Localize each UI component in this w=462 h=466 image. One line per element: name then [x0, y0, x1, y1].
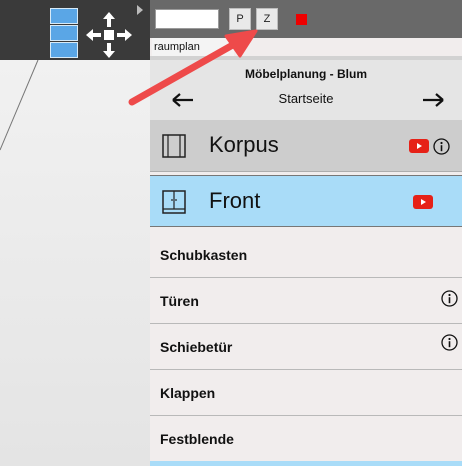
youtube-icon[interactable]: [409, 139, 429, 153]
page-title: Möbelplanung - Blum: [245, 67, 367, 81]
menu-item-front[interactable]: Front: [150, 175, 462, 227]
move-icon[interactable]: [84, 10, 134, 60]
forward-arrow-icon[interactable]: [422, 93, 444, 107]
breadcrumb: Startseite: [278, 91, 334, 106]
menu-item-schiebetuer[interactable]: Schiebetür: [150, 324, 462, 370]
panel-header: Möbelplanung - Blum Startseite: [150, 60, 462, 121]
cabinet-icon: [162, 134, 186, 158]
info-icon[interactable]: [441, 290, 458, 307]
p-button[interactable]: P: [229, 8, 251, 30]
menu-item-label: Schubkasten: [160, 247, 248, 263]
menu-item-klappen[interactable]: Klappen: [150, 370, 462, 416]
next-item-strip: [150, 461, 462, 466]
view-toolbar: [0, 0, 150, 60]
cube-view-icon[interactable]: [50, 8, 78, 58]
menu-item-label: Klappen: [160, 385, 216, 401]
youtube-icon[interactable]: [413, 195, 433, 209]
expand-arrow-icon[interactable]: [137, 5, 143, 15]
menu-item-festblende[interactable]: Festblende: [150, 416, 462, 462]
record-indicator-icon[interactable]: [296, 14, 307, 25]
menu-item-label: Festblende: [160, 431, 234, 447]
viewport-edge-line: [0, 59, 39, 151]
menu-item-label: Korpus: [209, 132, 279, 157]
menu-item-korpus[interactable]: Korpus: [150, 120, 462, 172]
info-icon[interactable]: [433, 138, 450, 155]
menu-item-label: Schiebetür: [160, 339, 233, 355]
menu-item-label: Türen: [160, 293, 199, 309]
menu-item-schubkasten[interactable]: Schubkasten: [150, 232, 462, 278]
planner-panel: P Z raumplan Möbelplanung - Blum Startse…: [150, 0, 462, 466]
front-door-icon: [162, 190, 186, 214]
menu-item-label: Front: [209, 188, 261, 213]
z-button[interactable]: Z: [256, 8, 278, 30]
info-icon[interactable]: [441, 334, 458, 351]
viewport-3d[interactable]: [0, 0, 150, 466]
topbar-input[interactable]: [155, 9, 219, 29]
tab-raumplan[interactable]: raumplan: [152, 38, 234, 58]
menu-item-tueren[interactable]: Türen: [150, 278, 462, 324]
panel-topbar: P Z: [150, 0, 462, 38]
